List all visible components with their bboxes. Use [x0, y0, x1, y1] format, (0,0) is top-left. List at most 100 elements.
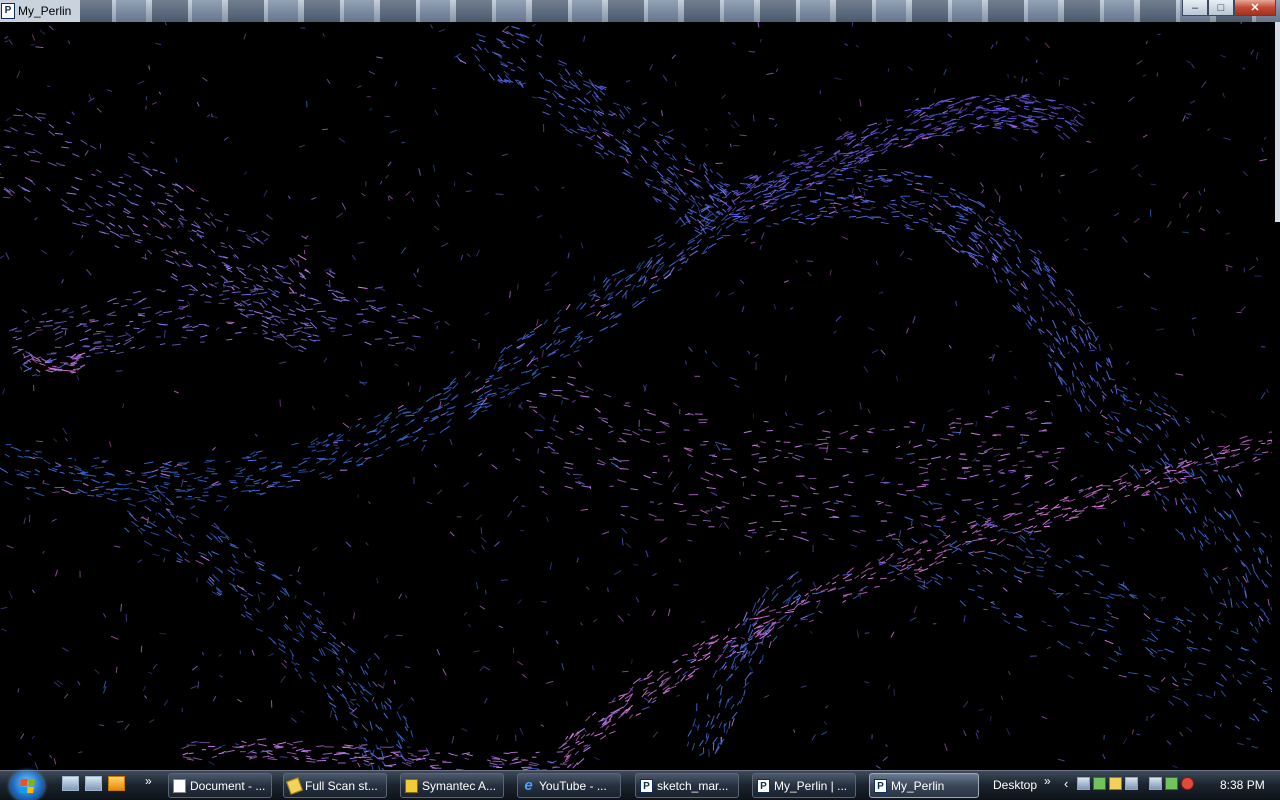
flow-stroke	[531, 96, 538, 99]
flow-stroke	[628, 714, 634, 719]
flow-stroke	[849, 437, 855, 440]
processing-app-icon[interactable]: P	[1, 3, 15, 19]
window-title: My_Perlin	[18, 4, 72, 18]
flow-stroke	[1017, 626, 1027, 632]
taskbar-button-my-perlin[interactable]: P My_Perlin	[869, 773, 979, 798]
flow-stroke	[851, 505, 857, 508]
desktop-toolbar-label[interactable]: Desktop	[993, 778, 1037, 792]
flow-stroke	[562, 397, 569, 400]
flow-stroke	[543, 446, 549, 449]
flow-stroke	[1166, 469, 1177, 472]
flow-stroke	[1036, 569, 1044, 572]
flow-stroke	[1080, 624, 1090, 627]
flow-stroke	[933, 88, 936, 93]
flow-stroke	[907, 257, 913, 261]
flow-stroke	[1164, 648, 1174, 653]
flow-stroke	[189, 288, 196, 292]
flow-stroke	[984, 415, 993, 418]
flow-stroke	[585, 733, 591, 737]
flow-stroke	[573, 349, 580, 353]
taskbar-button-document[interactable]: Document - ...	[168, 773, 272, 798]
flow-stroke	[1090, 631, 1095, 637]
taskbar-button-sketch[interactable]: P sketch_mar...	[635, 773, 739, 798]
flow-stroke	[1105, 422, 1109, 426]
flow-stroke	[396, 711, 402, 721]
start-button[interactable]	[10, 771, 44, 800]
update-icon[interactable]	[1093, 777, 1107, 790]
flow-stroke	[1008, 469, 1016, 472]
flow-stroke	[825, 508, 835, 511]
flow-stroke	[1146, 716, 1148, 721]
sketch-canvas[interactable]	[0, 22, 1272, 770]
flow-stroke	[1124, 494, 1130, 497]
scrollbar[interactable]	[1272, 22, 1280, 770]
flow-stroke	[153, 553, 160, 557]
flow-stroke	[376, 56, 383, 59]
taskbar-button-full-scan[interactable]: Full Scan st...	[283, 773, 387, 798]
flow-stroke	[89, 195, 97, 201]
flow-stroke	[1241, 601, 1249, 609]
flow-stroke	[282, 281, 292, 285]
flow-stroke	[1023, 107, 1030, 111]
quicklaunch-overflow-icon[interactable]: »	[145, 774, 152, 788]
flow-stroke	[1225, 645, 1233, 651]
flow-stroke	[1027, 503, 1033, 508]
flow-stroke	[994, 121, 1004, 125]
flow-stroke	[1055, 301, 1059, 306]
flow-stroke	[1204, 453, 1214, 459]
flow-stroke	[706, 208, 711, 213]
scrollbar-thumb[interactable]	[1275, 22, 1280, 222]
flow-stroke	[426, 501, 433, 505]
desktop-overflow-icon[interactable]: »	[1044, 774, 1051, 788]
connection-icon[interactable]	[1165, 777, 1179, 790]
flow-stroke	[1204, 533, 1209, 541]
network-icon[interactable]	[1077, 777, 1091, 790]
flow-stroke	[175, 157, 178, 163]
taskbar-button-label: My_Perlin | ...	[774, 778, 848, 793]
device-icon[interactable]	[1125, 777, 1139, 790]
media-player-icon[interactable]	[108, 776, 125, 791]
taskbar-button-symantec[interactable]: Symantec A...	[400, 773, 504, 798]
flow-stroke	[354, 442, 361, 448]
flow-stroke	[640, 439, 651, 443]
show-desktop-icon[interactable]	[62, 776, 79, 791]
clock[interactable]: 8:38 PM	[1220, 778, 1265, 792]
flow-stroke	[353, 612, 356, 620]
flow-stroke	[394, 363, 399, 367]
maximize-button[interactable]: □	[1208, 0, 1234, 16]
flow-stroke	[152, 217, 160, 222]
flow-stroke	[344, 323, 353, 327]
flow-stroke	[1110, 411, 1121, 415]
flow-stroke	[929, 134, 940, 138]
flow-stroke	[846, 451, 852, 454]
minimize-button[interactable]: –	[1182, 0, 1208, 16]
flow-stroke	[387, 195, 390, 201]
safely-remove-icon[interactable]	[1149, 777, 1163, 790]
window-titlebar[interactable]: P My_Perlin – □ ✕	[0, 0, 1280, 22]
flow-stroke	[791, 218, 799, 221]
flow-stroke	[654, 234, 664, 240]
flow-stroke	[890, 631, 895, 638]
close-button[interactable]: ✕	[1234, 0, 1276, 16]
show-hidden-icons-icon[interactable]: ‹	[1064, 776, 1068, 791]
flow-stroke	[988, 356, 993, 359]
flow-stroke	[300, 710, 305, 714]
taskbar-button-youtube[interactable]: e YouTube - ...	[517, 773, 621, 798]
flow-stroke	[93, 342, 102, 344]
flow-stroke	[504, 384, 509, 387]
switch-windows-icon[interactable]	[85, 776, 102, 791]
flow-stroke	[697, 207, 702, 216]
taskbar-button-my-perlin-editor[interactable]: P My_Perlin | ...	[752, 773, 856, 798]
security-icon[interactable]	[1109, 777, 1123, 790]
flow-stroke	[901, 563, 906, 568]
flow-stroke	[1202, 613, 1209, 620]
flow-stroke	[852, 594, 860, 600]
flow-stroke	[989, 215, 994, 219]
flow-stroke	[614, 706, 624, 713]
flow-stroke	[971, 109, 977, 113]
flow-stroke	[76, 374, 80, 381]
flow-stroke	[744, 671, 752, 681]
flow-stroke	[856, 215, 866, 219]
flow-stroke	[880, 349, 886, 356]
volume-muted-icon[interactable]	[1181, 777, 1195, 790]
